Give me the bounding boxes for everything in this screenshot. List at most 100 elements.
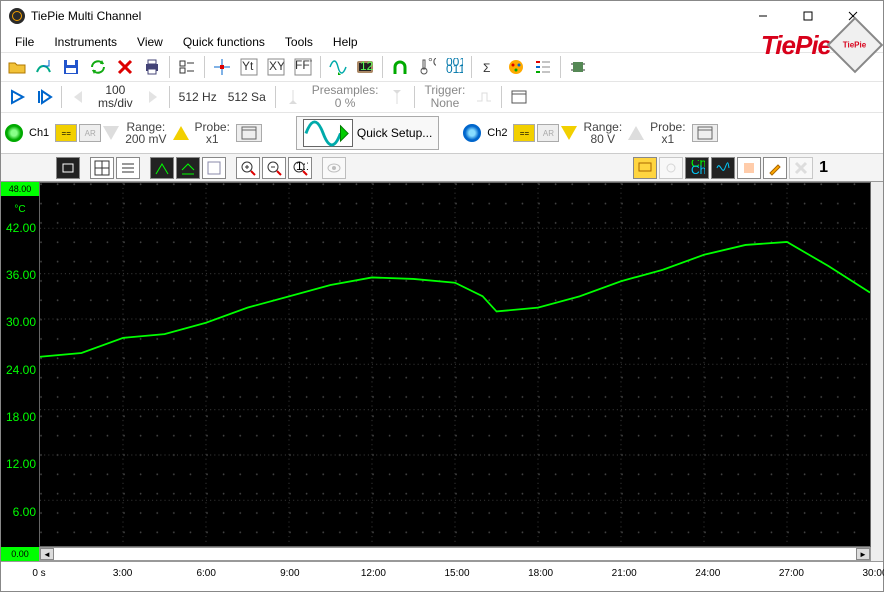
single-button[interactable] — [32, 85, 56, 109]
ch1-indicator-icon[interactable] — [5, 124, 23, 142]
graph-yscale-button[interactable] — [150, 157, 174, 179]
gain-button[interactable] — [388, 55, 412, 79]
presamples-display[interactable]: Presamples:0 % — [308, 84, 383, 110]
menu-view[interactable]: View — [129, 33, 171, 51]
menu-instruments[interactable]: Instruments — [46, 33, 125, 51]
chip-button[interactable] — [566, 55, 590, 79]
edit-button[interactable] — [763, 157, 787, 179]
trigger-edge-button[interactable] — [472, 85, 496, 109]
layout-button[interactable] — [175, 55, 199, 79]
ch1-options-button[interactable] — [236, 124, 262, 142]
menu-help[interactable]: Help — [325, 33, 366, 51]
menu-tools[interactable]: Tools — [277, 33, 321, 51]
refresh-button[interactable] — [86, 55, 110, 79]
quick-setup-button[interactable]: Quick Setup... — [296, 116, 439, 150]
y-tick: 30.00 — [0, 315, 36, 329]
quick-setup-icon — [303, 119, 353, 147]
graph-yfit-button[interactable] — [176, 157, 200, 179]
cursor-button[interactable] — [210, 55, 234, 79]
svg-text:0110: 0110 — [446, 62, 463, 76]
xy-graph-button[interactable]: XY — [264, 55, 288, 79]
sine-source-button[interactable] — [326, 55, 350, 79]
ch2-probe-display[interactable]: Probe:x1 — [646, 121, 689, 145]
visibility-button[interactable] — [322, 157, 346, 179]
ch1-range-display[interactable]: Range:200 mV — [121, 121, 170, 145]
ch2-coupling-button[interactable]: == — [513, 124, 535, 142]
menu-quick[interactable]: Quick functions — [175, 33, 273, 51]
y-tick: 6.00 — [0, 505, 36, 519]
ch2-autorange-button[interactable]: AR — [537, 124, 559, 142]
run-button[interactable] — [5, 85, 29, 109]
comment-button[interactable] — [633, 157, 657, 179]
import-button[interactable] — [32, 55, 56, 79]
right-margin — [871, 182, 883, 561]
graph-list-button[interactable] — [116, 157, 140, 179]
svg-text:Σ: Σ — [483, 61, 490, 75]
timebase-display[interactable]: 100 ms/div — [94, 84, 137, 110]
trigger-display[interactable]: Trigger:None — [420, 84, 469, 110]
sample-rate-display[interactable]: 512 Hz — [175, 91, 221, 104]
palette-button[interactable] — [504, 55, 528, 79]
legend-button[interactable] — [531, 55, 555, 79]
wave-display-button[interactable] — [711, 157, 735, 179]
window-options-button[interactable] — [507, 85, 531, 109]
delete-button[interactable] — [113, 55, 137, 79]
horizontal-scrollbar[interactable]: ◄ ► — [39, 547, 871, 561]
y-unit-label: °C — [1, 204, 39, 215]
x-tick: 12:00 — [361, 568, 386, 579]
timebase-slower-button[interactable] — [67, 85, 91, 109]
ch1-autorange-button[interactable]: AR — [79, 124, 101, 142]
graph-toolbar: 1:1 Ch1Ch2 1 — [1, 154, 883, 182]
channel-toolbar: Ch1 == AR Range:200 mV Probe:x1 Quick Se… — [1, 113, 883, 154]
ch2-options-button[interactable] — [692, 124, 718, 142]
x-tick: 30:00 — [862, 568, 884, 579]
fft-button[interactable]: FFT — [291, 55, 315, 79]
scroll-right-button[interactable]: ► — [856, 548, 870, 560]
channels-legend-button[interactable]: Ch1Ch2 — [685, 157, 709, 179]
ch1-label[interactable]: Ch1 — [25, 127, 53, 139]
svg-text:XY: XY — [269, 59, 285, 73]
graph-window-button[interactable] — [202, 157, 226, 179]
svg-text:1:1: 1:1 — [296, 160, 308, 173]
zoom-out-button[interactable] — [262, 157, 286, 179]
presamples-dec-button[interactable] — [281, 85, 305, 109]
ch1-coupling-button[interactable]: == — [55, 124, 77, 142]
graph-count: 1 — [819, 159, 828, 177]
menu-file[interactable]: File — [7, 33, 42, 51]
presamples-inc-button[interactable] — [385, 85, 409, 109]
plot-canvas[interactable] — [39, 182, 871, 547]
ch2-indicator-icon[interactable] — [463, 124, 481, 142]
save-button[interactable] — [59, 55, 83, 79]
scroll-track[interactable] — [54, 548, 856, 560]
open-button[interactable] — [5, 55, 29, 79]
yt-graph-button[interactable]: Yt — [237, 55, 261, 79]
x-tick: 21:00 — [612, 568, 637, 579]
ch1-range-up-button[interactable] — [173, 126, 189, 140]
timebase-faster-button[interactable] — [140, 85, 164, 109]
ch2-range-display[interactable]: Range:80 V — [579, 121, 626, 145]
ch2-label[interactable]: Ch2 — [483, 127, 511, 139]
sum-button[interactable]: Σ — [477, 55, 501, 79]
acquisition-toolbar: 100 ms/div 512 Hz 512 Sa Presamples:0 % … — [1, 82, 883, 113]
scroll-left-button[interactable]: ◄ — [40, 548, 54, 560]
binary-button[interactable]: 00110110 — [442, 55, 466, 79]
color-button[interactable] — [737, 157, 761, 179]
graph-mode1-button[interactable] — [56, 157, 80, 179]
graph-grid-button[interactable] — [90, 157, 114, 179]
ch2-range-down-button[interactable] — [561, 126, 577, 140]
y-max-label: 48.00 — [1, 182, 39, 196]
ch2-range-up-button[interactable] — [628, 126, 644, 140]
zoom-in-button[interactable] — [236, 157, 260, 179]
record-length-display[interactable]: 512 Sa — [224, 91, 270, 104]
remove-graph-button[interactable] — [789, 157, 813, 179]
window-title: TiePie Multi Channel — [31, 9, 141, 23]
ch1-probe-display[interactable]: Probe:x1 — [191, 121, 234, 145]
zoom-reset-button[interactable]: 1:1 — [288, 157, 312, 179]
x-tick: 27:00 — [779, 568, 804, 579]
link-button[interactable] — [659, 157, 683, 179]
brand-logo: TiePie TiePie — [761, 25, 875, 65]
ch1-range-down-button[interactable] — [103, 126, 119, 140]
temperature-button[interactable]: °C — [415, 55, 439, 79]
meter-button[interactable]: 123 — [353, 55, 377, 79]
print-button[interactable] — [140, 55, 164, 79]
